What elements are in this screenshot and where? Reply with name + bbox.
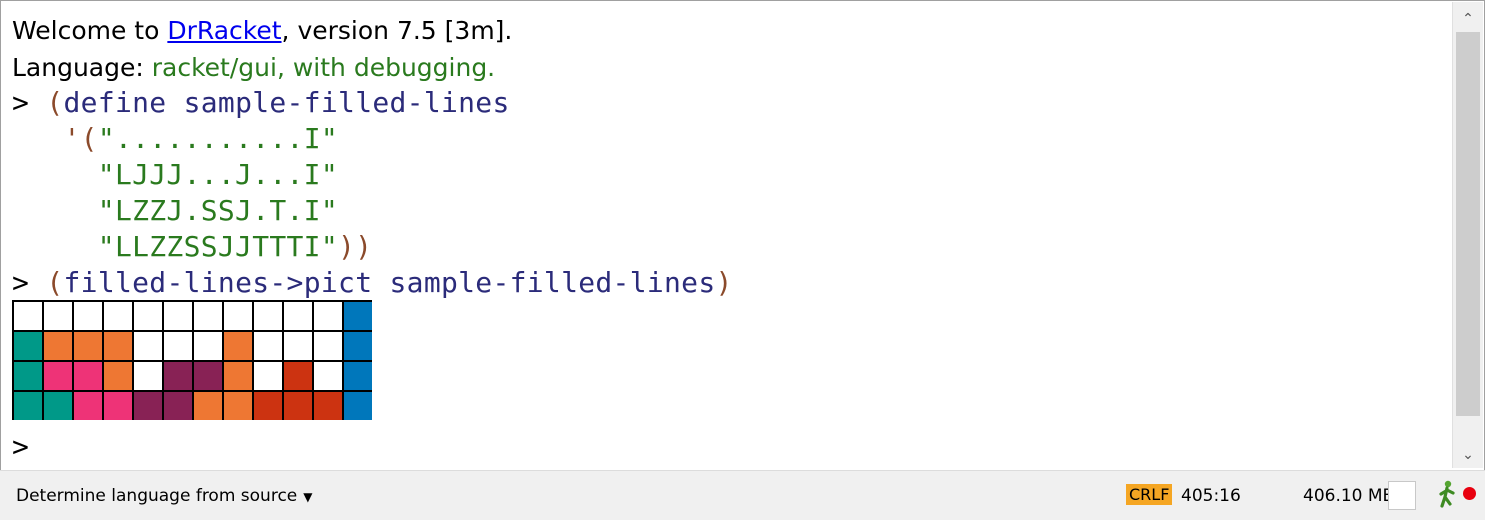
vertical-scrollbar[interactable]: ⌃ ⌄ <box>1452 2 1483 468</box>
pict-cell <box>314 302 342 330</box>
pict-cell <box>74 362 102 390</box>
string-literal: "LZZJ.SSJ.T.I" <box>97 194 339 227</box>
scroll-up-icon[interactable]: ⌃ <box>1453 4 1483 34</box>
language-label: Language: <box>12 53 152 82</box>
pict-cell <box>314 392 342 420</box>
string-literal: "LJJJ...J...I" <box>97 158 339 191</box>
pict-cell <box>134 362 162 390</box>
scroll-down-icon[interactable]: ⌄ <box>1453 440 1483 470</box>
prompt: > <box>12 86 30 119</box>
pict-cell <box>344 332 372 360</box>
pict-cell <box>164 392 192 420</box>
scrollbar-thumb[interactable] <box>1456 32 1480 416</box>
pict-expression: filled-lines->pict sample-filled-lines <box>63 266 716 299</box>
pict-cell <box>254 302 282 330</box>
pict-cell <box>44 362 72 390</box>
pict-cell <box>344 392 372 420</box>
filled-lines-pict <box>12 300 372 420</box>
status-bar: Determine language from source ▼ CRLF 405… <box>0 470 1485 520</box>
pict-cell <box>254 362 282 390</box>
pict-cell <box>224 332 252 360</box>
pict-cell <box>14 332 42 360</box>
pict-cell <box>44 332 72 360</box>
language-value: racket/gui, with debugging. <box>151 53 496 82</box>
pict-cell <box>194 392 222 420</box>
interactions-pane[interactable]: Welcome to DrRacket, version 7.5 [3m]. L… <box>3 2 1452 468</box>
pict-cell <box>104 302 132 330</box>
cursor-position: 405:16 <box>1181 486 1241 506</box>
open-paren: ( <box>46 86 64 119</box>
string-literal: "...........I" <box>97 122 339 155</box>
prompt: > <box>12 266 30 299</box>
pict-cell <box>104 332 132 360</box>
eol-badge: CRLF <box>1126 484 1173 505</box>
pict-cell <box>224 392 252 420</box>
pict-cell <box>14 392 42 420</box>
pict-cell <box>284 392 312 420</box>
pict-cell <box>134 332 162 360</box>
language-line: Language: racket/gui, with debugging. <box>12 53 495 82</box>
pict-cell <box>104 392 132 420</box>
language-select-label: Determine language from source <box>16 486 298 506</box>
string-line: "LZZJ.SSJ.T.I" <box>12 194 338 227</box>
welcome-prefix: Welcome to <box>12 16 168 45</box>
pict-cell <box>14 362 42 390</box>
quote-open: '( <box>63 122 98 155</box>
pict-cell <box>344 362 372 390</box>
repl-input-define: > (define sample-filled-lines <box>12 86 510 119</box>
repl-input-pict: > (filled-lines->pict sample-filled-line… <box>12 266 733 299</box>
pict-cell <box>224 302 252 330</box>
pict-cell <box>74 332 102 360</box>
pict-cell <box>314 332 342 360</box>
prompt: > <box>12 430 30 463</box>
gc-indicator <box>1388 481 1416 510</box>
pict-cell <box>284 362 312 390</box>
quoted-list-line: '("...........I" <box>12 122 338 155</box>
open-paren: ( <box>46 266 64 299</box>
repl-prompt-empty[interactable]: > <box>12 430 29 463</box>
pict-cell <box>254 332 282 360</box>
pict-cell <box>134 302 162 330</box>
pict-cell <box>194 332 222 360</box>
pict-cell <box>314 362 342 390</box>
memory-usage[interactable]: 406.10 MB <box>1303 486 1394 506</box>
language-select[interactable]: Determine language from source ▼ <box>16 486 313 506</box>
pict-cell <box>164 362 192 390</box>
close-paren: ) <box>715 266 733 299</box>
caret-down-icon: ▼ <box>303 490 313 504</box>
status-dot-icon <box>1463 487 1476 500</box>
welcome-line: Welcome to DrRacket, version 7.5 [3m]. <box>12 16 512 45</box>
pict-cell <box>134 392 162 420</box>
define-expression: define sample-filled-lines <box>63 86 510 119</box>
pict-cell <box>44 392 72 420</box>
pict-cell <box>194 302 222 330</box>
pict-cell <box>104 362 132 390</box>
welcome-suffix: , version 7.5 [3m]. <box>281 16 513 45</box>
pict-cell <box>14 302 42 330</box>
drracket-link[interactable]: DrRacket <box>167 16 281 45</box>
close-parens: )) <box>338 230 373 263</box>
pict-cell <box>164 302 192 330</box>
pict-cell <box>254 392 282 420</box>
string-line: "LJJJ...J...I" <box>12 158 338 191</box>
pict-cell <box>344 302 372 330</box>
pict-cell <box>284 302 312 330</box>
running-man-icon <box>1439 480 1455 508</box>
pict-cell <box>44 302 72 330</box>
pict-cell <box>74 302 102 330</box>
string-line: "LLZZSSJJTTTI")) <box>12 230 372 263</box>
string-literal: "LLZZSSJJTTTI" <box>97 230 339 263</box>
pict-cell <box>284 332 312 360</box>
pict-cell <box>194 362 222 390</box>
pict-cell <box>164 332 192 360</box>
pict-cell <box>74 392 102 420</box>
pict-cell <box>224 362 252 390</box>
